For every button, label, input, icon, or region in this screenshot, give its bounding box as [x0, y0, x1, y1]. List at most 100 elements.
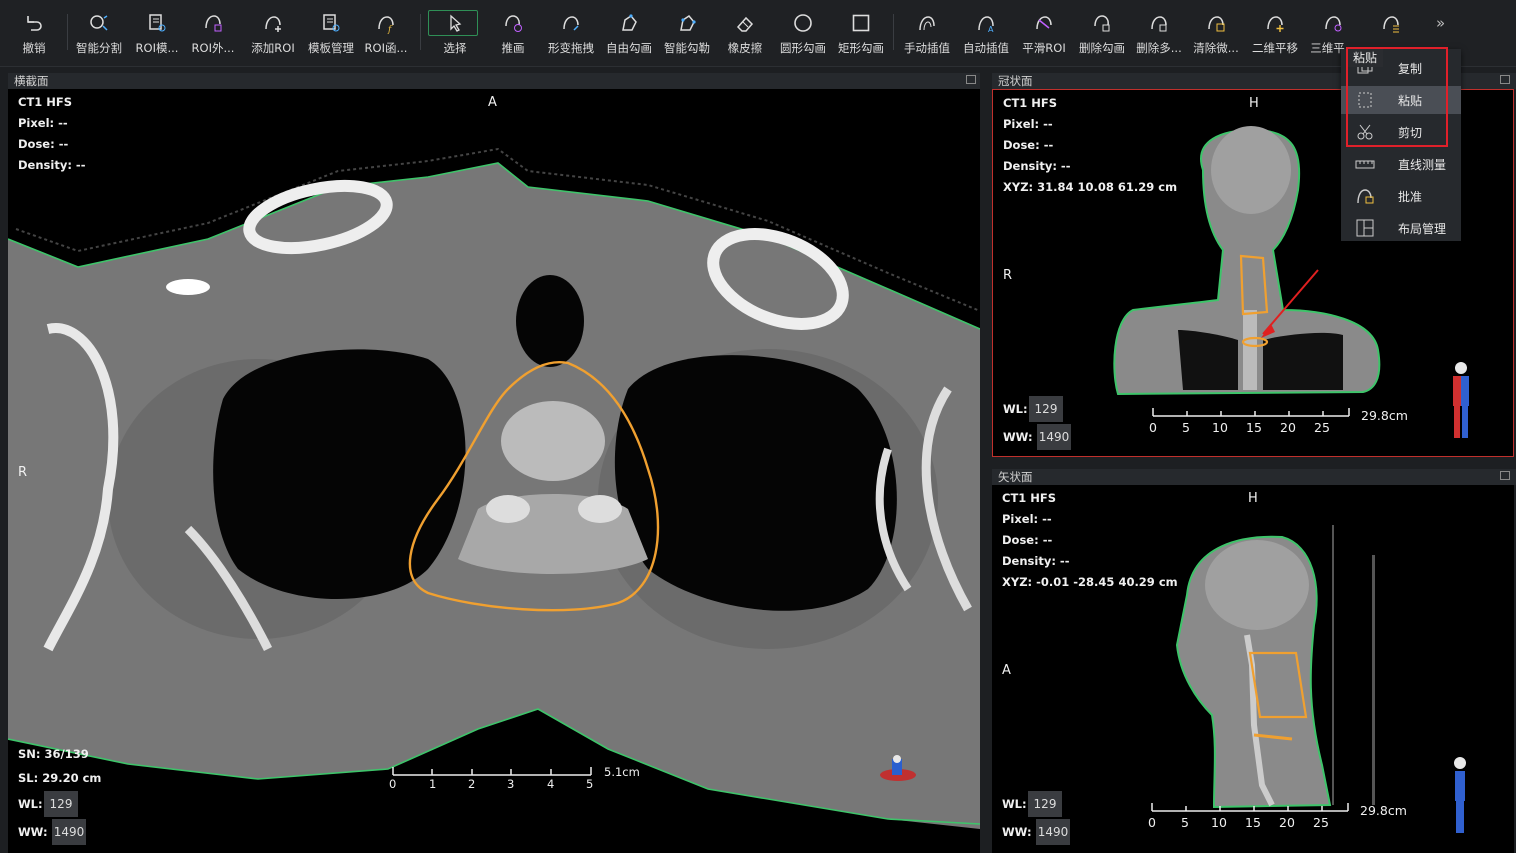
axial-wl-value[interactable]: 129 — [44, 791, 78, 817]
axial-title: 横截面 — [14, 74, 49, 88]
sagittal-ww-label: WW: — [1002, 825, 1032, 839]
axial-density: Density: -- — [18, 158, 86, 172]
sagittal-viewport[interactable]: CT1 HFS Pixel: -- Dose: -- Density: -- X… — [992, 485, 1514, 853]
menu-item-paste-label: 粘贴 — [1398, 94, 1423, 108]
menu-item-cut[interactable]: 剪切 — [1341, 118, 1461, 146]
manual-interp-button[interactable]: 手动插值 — [898, 6, 956, 62]
axial-scale-tick-3: 3 — [507, 777, 515, 791]
add-roi-button[interactable]: 添加ROI — [244, 6, 302, 62]
deform-drag-button[interactable]: 形变拖拽 — [542, 6, 600, 62]
svg-text:f: f — [387, 25, 393, 34]
smart-outline-button[interactable]: 智能勾勒 — [658, 6, 716, 62]
eraser-button[interactable]: 橡皮擦 — [716, 6, 774, 62]
coronal-scale-tick-0: 0 — [1149, 420, 1157, 435]
coronal-scale-label: 29.8cm — [1361, 408, 1408, 423]
axial-scale-label: 5.1cm — [604, 765, 640, 779]
sagittal-panel-title: 矢状面 — [992, 469, 1516, 485]
rect-draw-button[interactable]: 矩形勾画 — [832, 6, 890, 62]
smart-segment-label: 智能分割 — [76, 41, 122, 55]
paste-icon — [1358, 92, 1372, 108]
body-figure-side-icon — [1454, 757, 1466, 833]
delete-multi-label: 删除多... — [1136, 41, 1182, 55]
coronal-ww-value[interactable]: 1490 — [1037, 424, 1071, 450]
pan-2d-label: 二维平移 — [1252, 41, 1298, 55]
delete-draw-icon — [1094, 15, 1110, 32]
context-menu: 复制 粘贴 剪切 直线测量 批准 布局管理 — [1341, 49, 1461, 241]
roi-expand-label: ROI外... — [191, 41, 235, 55]
sagittal-scale-bar — [1151, 803, 1349, 812]
template-manage-label: 模板管理 — [308, 41, 354, 55]
coronal-xyz: XYZ: 31.84 10.08 61.29 cm — [1003, 180, 1178, 194]
toolbar-overflow-button[interactable]: » — [1436, 14, 1445, 32]
sagittal-maximize-icon[interactable] — [1500, 471, 1510, 480]
coronal-scale-tick-3: 15 — [1246, 420, 1262, 435]
roi-expand-button[interactable]: ROI外... — [184, 6, 242, 62]
menu-item-cut-label: 剪切 — [1398, 126, 1423, 140]
sagittal-ct-image — [1175, 525, 1375, 809]
select-button[interactable]: 选择 — [426, 6, 484, 62]
axial-scale-tick-4: 4 — [547, 777, 555, 791]
coronal-density: Density: -- — [1003, 159, 1071, 173]
axial-slice-number: SN: 36/139 — [18, 747, 89, 761]
template-manage-icon — [323, 14, 340, 32]
eraser-label: 橡皮擦 — [727, 41, 763, 55]
roi-function-icon: f — [378, 16, 394, 34]
axial-viewport[interactable]: CT1 HFS Pixel: -- Dose: -- Density: -- A… — [8, 89, 980, 853]
free-draw-icon — [622, 14, 637, 31]
auto-interp-label: 自动插值 — [963, 41, 1009, 55]
coronal-wl-value[interactable]: 129 — [1029, 396, 1063, 422]
free-draw-button[interactable]: 自由勾画 — [600, 6, 658, 62]
auto-interp-button[interactable]: A 自动插值 — [957, 6, 1015, 62]
add-roi-icon — [265, 16, 281, 32]
body-figure-icon — [1453, 362, 1469, 438]
menu-item-ruler[interactable]: 直线测量 — [1341, 150, 1461, 178]
axial-maximize-icon[interactable] — [966, 75, 976, 84]
axial-ct-image — [8, 147, 980, 829]
undo-label: 撤销 — [22, 41, 46, 55]
roi-expand-icon — [205, 15, 222, 32]
delete-multi-icon — [1151, 16, 1167, 32]
smart-segment-button[interactable]: 智能分割 — [70, 6, 128, 62]
menu-item-paste[interactable]: 粘贴 — [1341, 86, 1461, 114]
sagittal-wl-label: WL: — [1002, 797, 1027, 811]
undo-button[interactable]: 撤销 — [5, 6, 63, 62]
roi-template-label: ROI模... — [135, 41, 179, 55]
axial-scale-tick-2: 2 — [468, 777, 476, 791]
push-draw-button[interactable]: 推画 — [484, 6, 542, 62]
sagittal-dose: Dose: -- — [1002, 533, 1053, 547]
template-manage-button[interactable]: 模板管理 — [302, 6, 360, 62]
delete-draw-button[interactable]: 删除勾画 — [1073, 6, 1131, 62]
delete-multi-button[interactable]: 删除多... — [1130, 6, 1188, 62]
axial-wl-label: WL: — [18, 797, 43, 811]
menu-item-approve[interactable]: 批准 — [1341, 182, 1461, 210]
smooth-roi-label: 平滑ROI — [1022, 41, 1066, 55]
roi-template-button[interactable]: ROI模... — [128, 6, 186, 62]
sagittal-wl-value[interactable]: 129 — [1028, 791, 1062, 817]
roi-function-button[interactable]: f ROI函... — [357, 6, 415, 62]
sagittal-modality: CT1 HFS — [1002, 491, 1057, 505]
more-icon — [1383, 16, 1399, 33]
pan-2d-button[interactable]: 二维平移 — [1246, 6, 1304, 62]
coronal-dose: Dose: -- — [1003, 138, 1054, 152]
pan-2d-icon — [1267, 16, 1284, 32]
axial-scale-bar — [392, 767, 592, 776]
sagittal-scale-tick-2: 10 — [1211, 815, 1227, 830]
axial-scale-tick-0: 0 — [389, 777, 397, 791]
smooth-roi-button[interactable]: 平滑ROI — [1015, 6, 1073, 62]
roi-template-icon — [149, 14, 166, 32]
paste-tooltip: 粘贴 — [1347, 49, 1383, 67]
sagittal-ww-value[interactable]: 1490 — [1036, 819, 1070, 845]
select-label: 选择 — [443, 41, 467, 55]
circle-draw-icon — [794, 14, 812, 32]
menu-item-layout[interactable]: 布局管理 — [1341, 214, 1461, 242]
coronal-orientation-top: H — [1249, 96, 1259, 111]
add-roi-label: 添加ROI — [251, 41, 295, 55]
coronal-maximize-icon[interactable] — [1500, 75, 1510, 84]
circle-draw-button[interactable]: 圆形勾画 — [774, 6, 832, 62]
clear-small-button[interactable]: 清除微... — [1187, 6, 1245, 62]
coronal-scale-tick-4: 20 — [1280, 420, 1296, 435]
sagittal-scale-label: 29.8cm — [1360, 803, 1407, 818]
manual-interp-label: 手动插值 — [904, 41, 950, 55]
axial-ww-value[interactable]: 1490 — [52, 819, 86, 845]
coronal-modality: CT1 HFS — [1003, 96, 1058, 110]
